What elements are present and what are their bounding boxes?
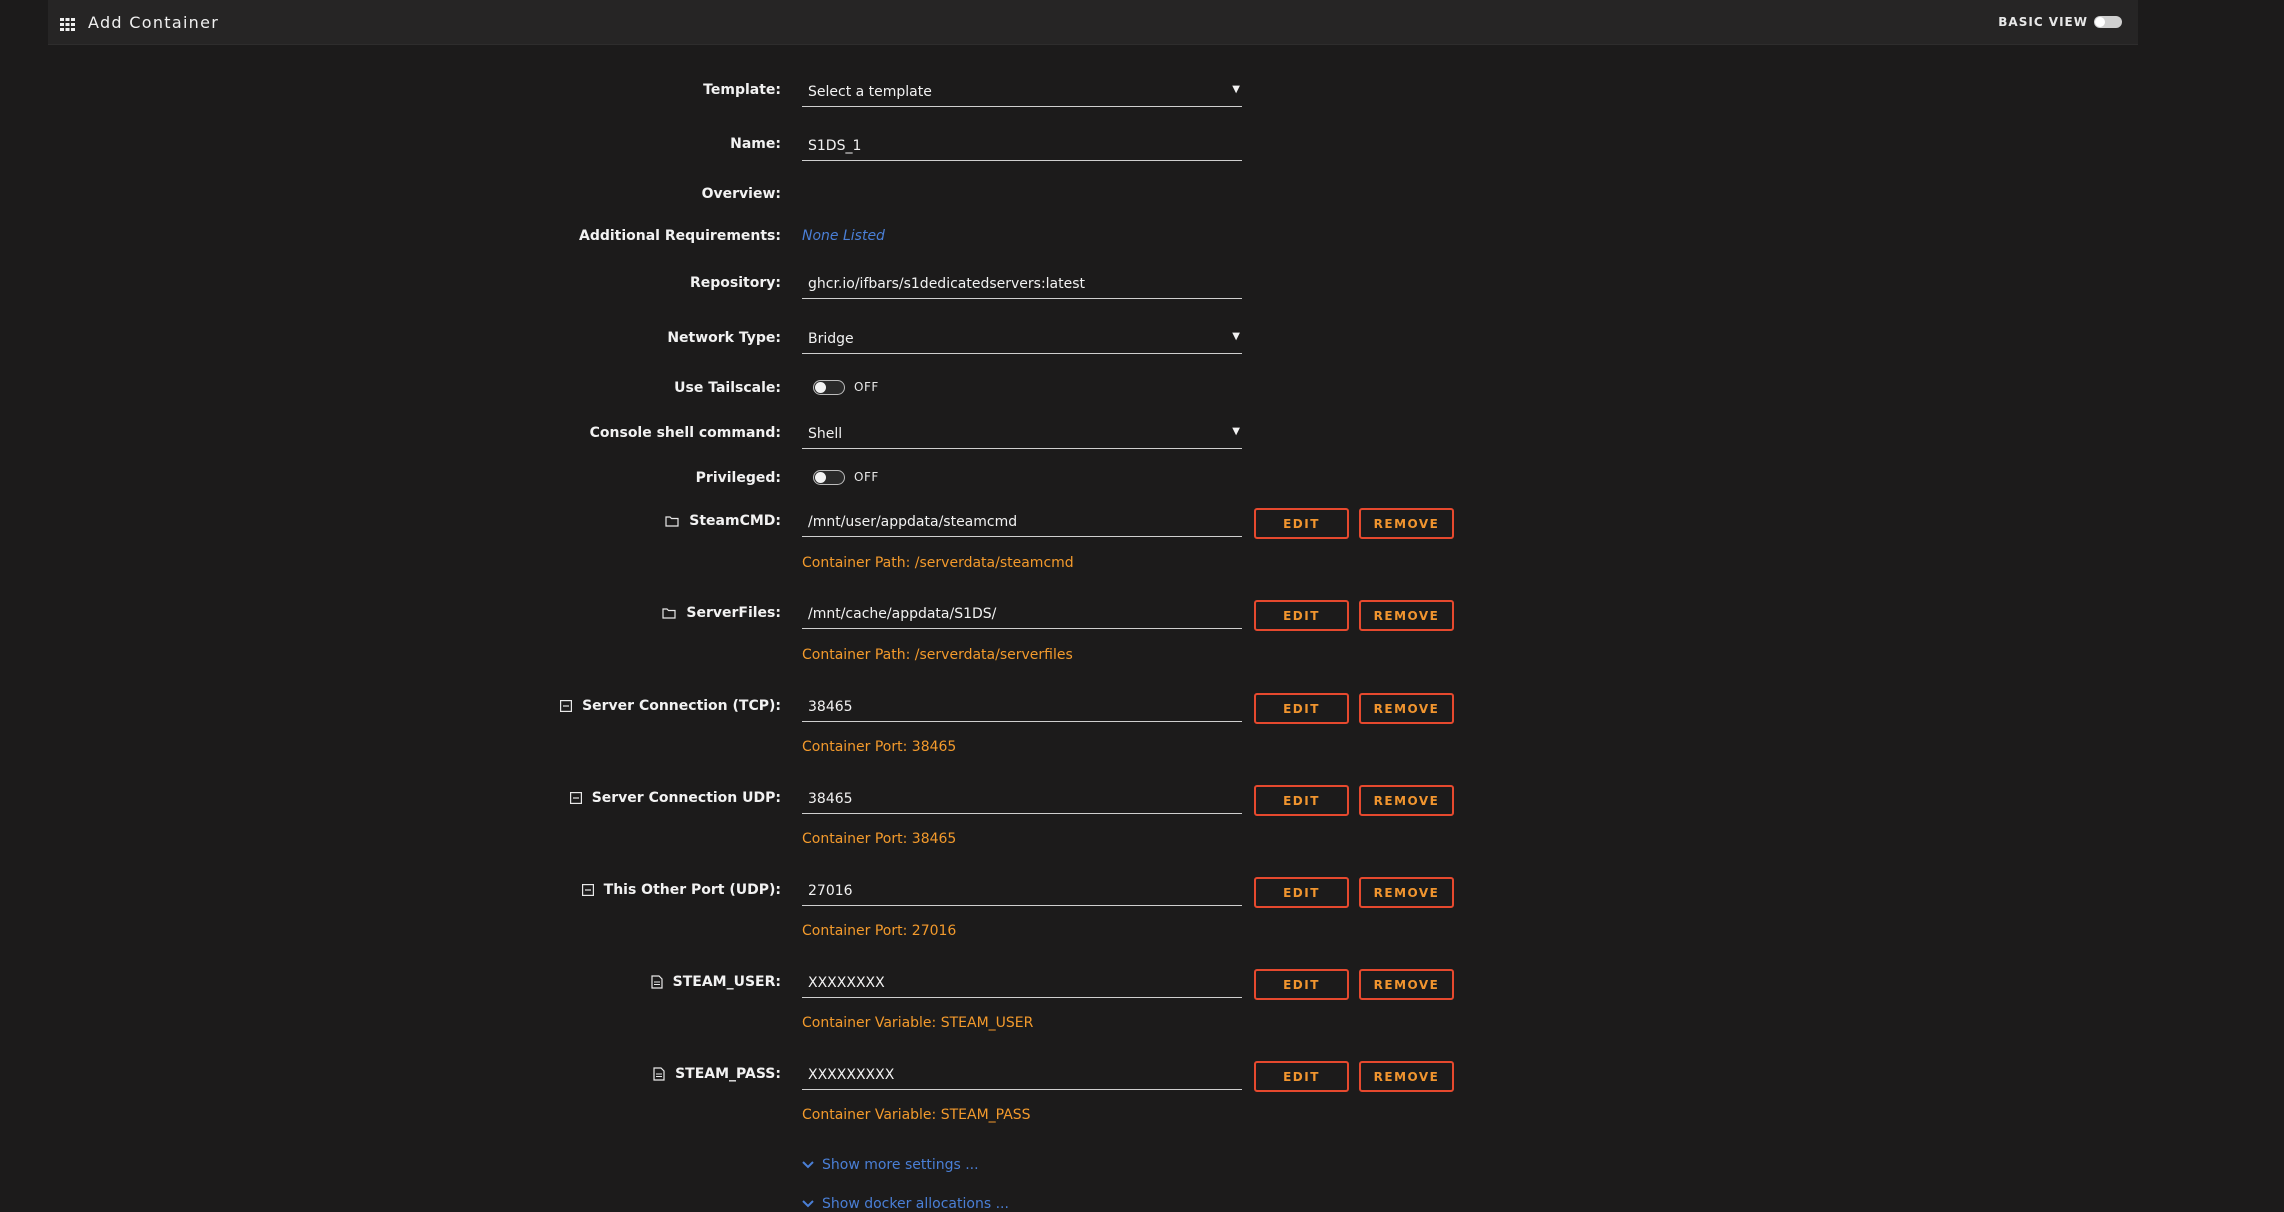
console-value: Shell bbox=[808, 426, 843, 442]
remove-button[interactable]: REMOVE bbox=[1359, 508, 1454, 539]
config-label: STEAM_USER: bbox=[651, 974, 781, 990]
basic-view-label: BASIC VIEW bbox=[1998, 15, 2088, 29]
network-value: Bridge bbox=[808, 331, 854, 347]
port-icon bbox=[581, 884, 594, 896]
dropdown-caret-icon: ▼ bbox=[1232, 84, 1240, 95]
config-label: ServerFiles: bbox=[662, 605, 781, 621]
privileged-state: OFF bbox=[854, 470, 879, 484]
tailscale-toggle[interactable] bbox=[813, 380, 845, 395]
folder-icon bbox=[665, 515, 679, 527]
config-subtext: Container Port: 38465 bbox=[802, 831, 957, 847]
console-label: Console shell command: bbox=[589, 425, 781, 441]
config-label: STEAM_PASS: bbox=[653, 1066, 781, 1082]
chevron-down-icon bbox=[802, 1157, 814, 1173]
tailscale-label: Use Tailscale: bbox=[674, 380, 781, 396]
config-value: 27016 bbox=[808, 883, 853, 899]
variable-icon bbox=[651, 975, 663, 989]
template-label: Template: bbox=[703, 82, 781, 98]
port-icon bbox=[569, 792, 582, 804]
config-label: This Other Port (UDP): bbox=[581, 882, 781, 898]
edit-button[interactable]: EDIT bbox=[1254, 600, 1349, 631]
config-value: 38465 bbox=[808, 791, 853, 807]
privileged-label: Privileged: bbox=[695, 470, 781, 486]
show-docker-allocations-link[interactable]: Show docker allocations ... bbox=[802, 1196, 1009, 1212]
tailscale-state: OFF bbox=[854, 380, 879, 394]
remove-button[interactable]: REMOVE bbox=[1359, 785, 1454, 816]
dropdown-caret-icon: ▼ bbox=[1232, 331, 1240, 342]
dropdown-caret-icon: ▼ bbox=[1232, 426, 1240, 437]
config-label-text: Server Connection UDP: bbox=[591, 790, 781, 806]
edit-button[interactable]: EDIT bbox=[1254, 693, 1349, 724]
network-select[interactable]: Bridge ▼ bbox=[802, 325, 1242, 354]
config-label: SteamCMD: bbox=[665, 513, 781, 529]
config-value: /mnt/cache/appdata/S1DS/ bbox=[808, 606, 997, 622]
config-value: /mnt/user/appdata/steamcmd bbox=[808, 514, 1018, 530]
remove-button[interactable]: REMOVE bbox=[1359, 877, 1454, 908]
remove-button[interactable]: REMOVE bbox=[1359, 600, 1454, 631]
repository-label: Repository: bbox=[690, 275, 781, 291]
console-select[interactable]: Shell ▼ bbox=[802, 420, 1242, 449]
show-more-settings-text: Show more settings ... bbox=[822, 1157, 979, 1173]
config-subtext: Container Variable: STEAM_PASS bbox=[802, 1107, 1031, 1123]
other-port-input[interactable]: 27016 bbox=[802, 877, 1242, 906]
show-more-settings-link[interactable]: Show more settings ... bbox=[802, 1157, 979, 1173]
show-docker-allocations-text: Show docker allocations ... bbox=[822, 1196, 1009, 1212]
config-label-text: STEAM_USER: bbox=[672, 974, 781, 990]
port-icon bbox=[560, 700, 573, 712]
remove-button[interactable]: REMOVE bbox=[1359, 693, 1454, 724]
variable-icon bbox=[653, 1067, 665, 1081]
remove-button[interactable]: REMOVE bbox=[1359, 969, 1454, 1000]
edit-button[interactable]: EDIT bbox=[1254, 508, 1349, 539]
repository-input[interactable]: ghcr.io/ifbars/s1dedicatedservers:latest bbox=[802, 270, 1242, 299]
config-label-text: Server Connection (TCP): bbox=[582, 698, 781, 714]
config-label-text: This Other Port (UDP): bbox=[603, 882, 781, 898]
config-value: XXXXXXXXX bbox=[808, 1067, 895, 1083]
name-input[interactable]: S1DS_1 bbox=[802, 132, 1242, 161]
steamcmd-input[interactable]: /mnt/user/appdata/steamcmd bbox=[802, 508, 1242, 537]
header-bar: Add Container BASIC VIEW bbox=[48, 0, 2138, 45]
edit-button[interactable]: EDIT bbox=[1254, 877, 1349, 908]
config-label-text: SteamCMD: bbox=[689, 513, 781, 529]
folder-icon bbox=[662, 607, 676, 619]
additional-value: None Listed bbox=[802, 228, 885, 244]
repository-value: ghcr.io/ifbars/s1dedicatedservers:latest bbox=[808, 276, 1086, 292]
additional-label: Additional Requirements: bbox=[578, 228, 781, 244]
steam-user-input[interactable]: XXXXXXXX bbox=[802, 969, 1242, 998]
config-subtext: Container Path: /serverdata/serverfiles bbox=[802, 647, 1073, 663]
config-subtext: Container Variable: STEAM_USER bbox=[802, 1015, 1034, 1031]
tcp-port-input[interactable]: 38465 bbox=[802, 693, 1242, 722]
edit-button[interactable]: EDIT bbox=[1254, 1061, 1349, 1092]
network-label: Network Type: bbox=[667, 330, 781, 346]
page-title: Add Container bbox=[88, 13, 220, 32]
template-value: Select a template bbox=[808, 84, 932, 100]
grid-icon[interactable] bbox=[60, 16, 75, 35]
udp-port-input[interactable]: 38465 bbox=[802, 785, 1242, 814]
name-value: S1DS_1 bbox=[808, 138, 862, 154]
edit-button[interactable]: EDIT bbox=[1254, 785, 1349, 816]
edit-button[interactable]: EDIT bbox=[1254, 969, 1349, 1000]
config-subtext: Container Port: 27016 bbox=[802, 923, 957, 939]
template-select[interactable]: Select a template ▼ bbox=[802, 78, 1242, 107]
steam-pass-input[interactable]: XXXXXXXXX bbox=[802, 1061, 1242, 1090]
config-label-text: STEAM_PASS: bbox=[675, 1066, 781, 1082]
serverfiles-input[interactable]: /mnt/cache/appdata/S1DS/ bbox=[802, 600, 1242, 629]
chevron-down-icon bbox=[802, 1196, 814, 1212]
config-value: 38465 bbox=[808, 699, 853, 715]
overview-label: Overview: bbox=[701, 186, 781, 202]
config-subtext: Container Port: 38465 bbox=[802, 739, 957, 755]
name-label: Name: bbox=[730, 136, 781, 152]
config-label: Server Connection UDP: bbox=[569, 790, 781, 806]
config-value: XXXXXXXX bbox=[808, 975, 885, 991]
basic-view-toggle[interactable] bbox=[2094, 16, 2122, 28]
privileged-toggle[interactable] bbox=[813, 470, 845, 485]
config-label-text: ServerFiles: bbox=[686, 605, 781, 621]
config-subtext: Container Path: /serverdata/steamcmd bbox=[802, 555, 1074, 571]
config-label: Server Connection (TCP): bbox=[560, 698, 781, 714]
remove-button[interactable]: REMOVE bbox=[1359, 1061, 1454, 1092]
